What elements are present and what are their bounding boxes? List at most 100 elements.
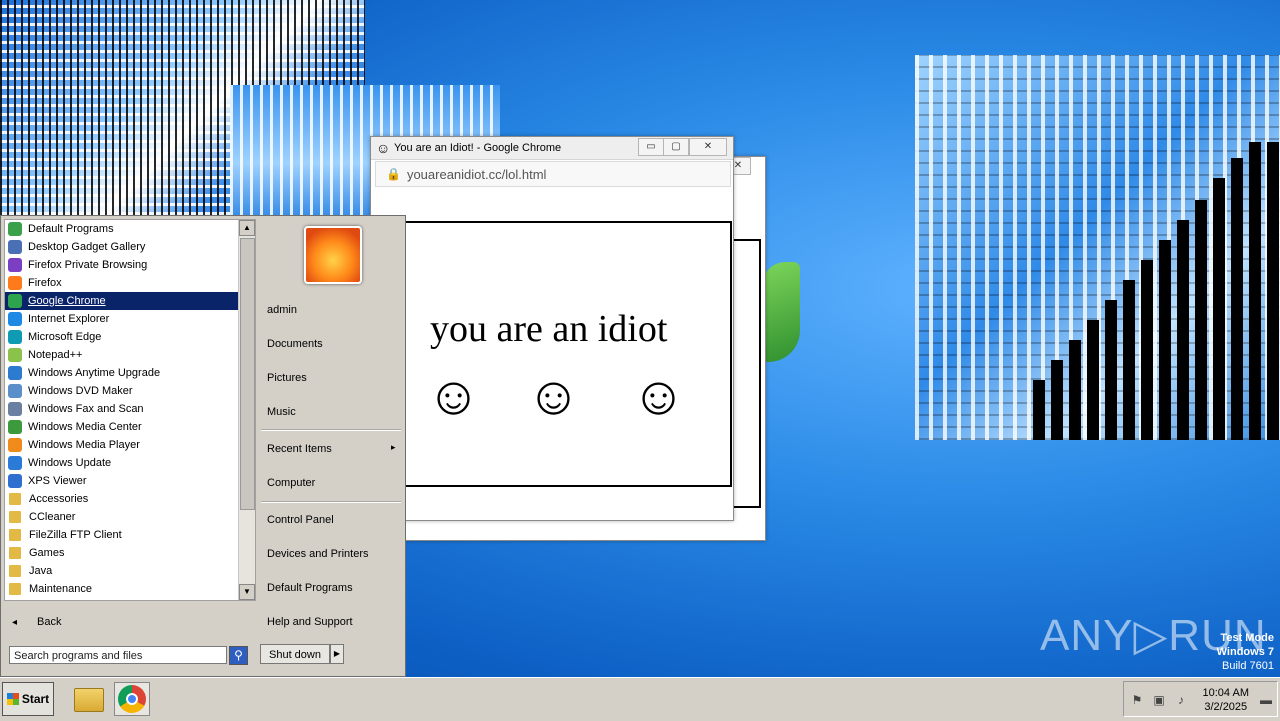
network-icon[interactable]: ▣ xyxy=(1152,693,1166,707)
glitch-bar xyxy=(1051,360,1063,440)
program-item[interactable]: FileZilla FTP Client xyxy=(5,526,255,544)
program-item[interactable]: Windows Fax and Scan xyxy=(5,400,255,418)
scroll-up-icon[interactable]: ▲ xyxy=(239,220,255,236)
folder-icon xyxy=(9,547,21,559)
anytime-upgrade-icon xyxy=(8,366,22,380)
program-item[interactable]: Firefox Private Browsing xyxy=(5,256,255,274)
program-item[interactable]: Windows Anytime Upgrade xyxy=(5,364,255,382)
program-label: FileZilla FTP Client xyxy=(29,529,122,541)
program-label: Default Programs xyxy=(28,223,114,235)
url-text[interactable]: youareanidiot.cc/lol.html xyxy=(407,167,546,182)
glitch-bar xyxy=(1123,280,1135,440)
glitch-bar xyxy=(1033,380,1045,440)
program-item[interactable]: Windows Media Player xyxy=(5,436,255,454)
start-link-default-programs[interactable]: Default Programs xyxy=(267,582,353,594)
address-bar[interactable]: 🔒 youareanidiot.cc/lol.html xyxy=(375,161,731,187)
clock[interactable]: 10:04 AM 3/2/2025 xyxy=(1203,686,1249,714)
glitch-bar xyxy=(1159,240,1171,440)
scrollbar-thumb[interactable] xyxy=(240,238,255,510)
start-link-help-support[interactable]: Help and Support xyxy=(267,616,353,628)
search-input[interactable]: Search programs and files xyxy=(9,646,227,664)
glitch-bar xyxy=(1249,142,1261,440)
folder-icon xyxy=(9,529,21,541)
program-item[interactable]: Games xyxy=(5,544,255,562)
program-item[interactable]: Desktop Gadget Gallery xyxy=(5,238,255,256)
program-label: Desktop Gadget Gallery xyxy=(28,241,146,253)
fax-scan-icon xyxy=(8,402,22,416)
start-link-documents[interactable]: Documents xyxy=(267,338,323,350)
program-item[interactable]: Firefox xyxy=(5,274,255,292)
user-avatar[interactable] xyxy=(304,226,362,284)
start-button[interactable]: Start xyxy=(2,682,54,716)
windows-flag-icon xyxy=(6,693,19,705)
media-center-icon xyxy=(8,420,22,434)
maximize-button[interactable]: ▢ xyxy=(663,138,689,156)
minimize-button[interactable]: ▭ xyxy=(638,138,664,156)
windows-update-icon xyxy=(8,456,22,470)
submenu-arrow-icon: ▸ xyxy=(391,442,396,452)
ie-icon xyxy=(8,312,22,326)
window-titlebar[interactable]: ☺ You are an Idiot! - Google Chrome ▭ ▢ … xyxy=(371,137,733,160)
start-link-pictures[interactable]: Pictures xyxy=(267,372,307,384)
all-programs-list: Default Programs Desktop Gadget Gallery Fi… xyxy=(4,219,256,601)
xps-viewer-icon xyxy=(8,474,22,488)
shutdown-options-arrow-icon[interactable]: ▶ xyxy=(330,644,344,664)
folder-icon xyxy=(9,511,21,523)
test-mode-os: Windows 7 xyxy=(1216,646,1274,658)
explorer-taskbar-icon[interactable] xyxy=(70,682,106,716)
program-item[interactable]: CCleaner xyxy=(5,508,255,526)
glitch-bar xyxy=(1069,340,1081,440)
start-link-control-panel[interactable]: Control Panel xyxy=(267,514,334,526)
program-label: Accessories xyxy=(29,493,89,505)
start-link-computer[interactable]: Computer xyxy=(267,477,315,489)
search-icon[interactable]: ⚲ xyxy=(229,646,248,665)
program-item[interactable]: Windows DVD Maker xyxy=(5,382,255,400)
edge-icon xyxy=(8,330,22,344)
glitch-bar xyxy=(1177,220,1189,440)
volume-icon[interactable]: ♪ xyxy=(1174,693,1188,707)
default-programs-icon xyxy=(8,222,22,236)
program-item[interactable]: Windows Update xyxy=(5,454,255,472)
start-link-devices-printers[interactable]: Devices and Printers xyxy=(267,548,369,560)
action-center-flag-icon[interactable]: ⚑ xyxy=(1130,693,1144,707)
menu-separator xyxy=(261,429,401,431)
smiley-face-icon: ☺ xyxy=(631,366,687,426)
program-item[interactable]: Accessories xyxy=(5,490,255,508)
scroll-down-icon[interactable]: ▼ xyxy=(239,584,255,600)
chrome-taskbar-icon[interactable] xyxy=(114,682,150,716)
program-list-scrollbar[interactable]: ▲ ▼ xyxy=(238,220,255,600)
program-label: Windows Anytime Upgrade xyxy=(28,367,161,379)
glitch-bar xyxy=(1141,260,1153,440)
shutdown-button[interactable]: Shut down xyxy=(260,644,330,664)
program-item[interactable]: Microsoft Edge xyxy=(5,328,255,346)
program-item[interactable]: Java xyxy=(5,562,255,580)
start-menu: Default Programs Desktop Gadget Gallery Fi… xyxy=(0,215,406,677)
program-label: Windows Media Player xyxy=(28,439,140,451)
program-label: Windows Update xyxy=(28,457,112,469)
browser-window[interactable]: ☺ You are an Idiot! - Google Chrome ▭ ▢ … xyxy=(370,136,734,521)
program-item[interactable]: Google Chrome xyxy=(5,292,255,310)
program-item[interactable]: XPS Viewer xyxy=(5,472,255,490)
program-item[interactable]: Notepad++ xyxy=(5,346,255,364)
back-button[interactable]: ◂ Back xyxy=(4,611,252,633)
back-arrow-icon: ◂ xyxy=(12,616,18,628)
close-button[interactable]: ✕ xyxy=(689,138,727,156)
lock-icon: 🔒 xyxy=(386,167,401,181)
start-link-music[interactable]: Music xyxy=(267,406,296,418)
program-item[interactable]: Maintenance xyxy=(5,580,255,598)
glitch-bar xyxy=(1105,300,1117,440)
program-item[interactable]: Default Programs xyxy=(5,220,255,238)
program-label: Microsoft Edge xyxy=(28,331,102,343)
smiley-favicon-icon: ☺ xyxy=(376,140,391,156)
start-link-user[interactable]: admin xyxy=(267,304,297,316)
program-item[interactable]: Internet Explorer xyxy=(5,310,255,328)
page-headline: you are an idiot xyxy=(430,308,668,350)
glitch-bar xyxy=(1213,178,1225,440)
program-label: Java xyxy=(29,565,53,577)
show-desktop-icon[interactable]: ▬ xyxy=(1259,693,1273,707)
program-label: Windows Fax and Scan xyxy=(28,403,144,415)
program-item[interactable]: Windows Media Center xyxy=(5,418,255,436)
start-link-recent-items[interactable]: Recent Items xyxy=(267,443,332,455)
menu-separator xyxy=(261,501,401,503)
program-label: Internet Explorer xyxy=(28,313,110,325)
